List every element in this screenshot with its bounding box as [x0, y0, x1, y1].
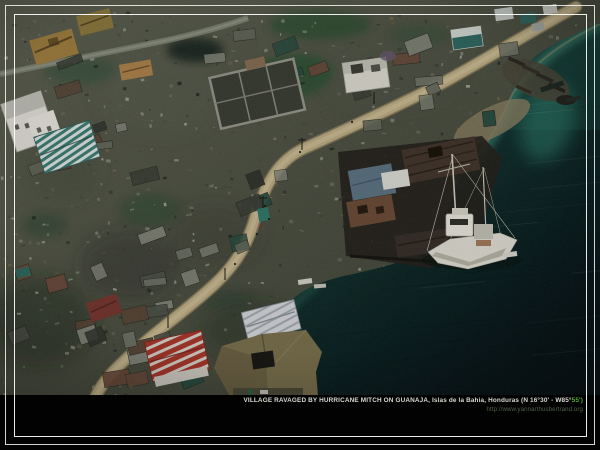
photo-caption: VILLAGE RAVAGED BY HURRICANE MITCH ON GU… [243, 397, 583, 404]
vignette [0, 0, 600, 398]
caption-band: VILLAGE RAVAGED BY HURRICANE MITCH ON GU… [0, 395, 600, 450]
credit-url: http://www.yannarthusbertrand.org [487, 406, 583, 413]
aerial-photo [0, 0, 600, 450]
wallpaper-photo: VILLAGE RAVAGED BY HURRICANE MITCH ON GU… [0, 0, 600, 450]
